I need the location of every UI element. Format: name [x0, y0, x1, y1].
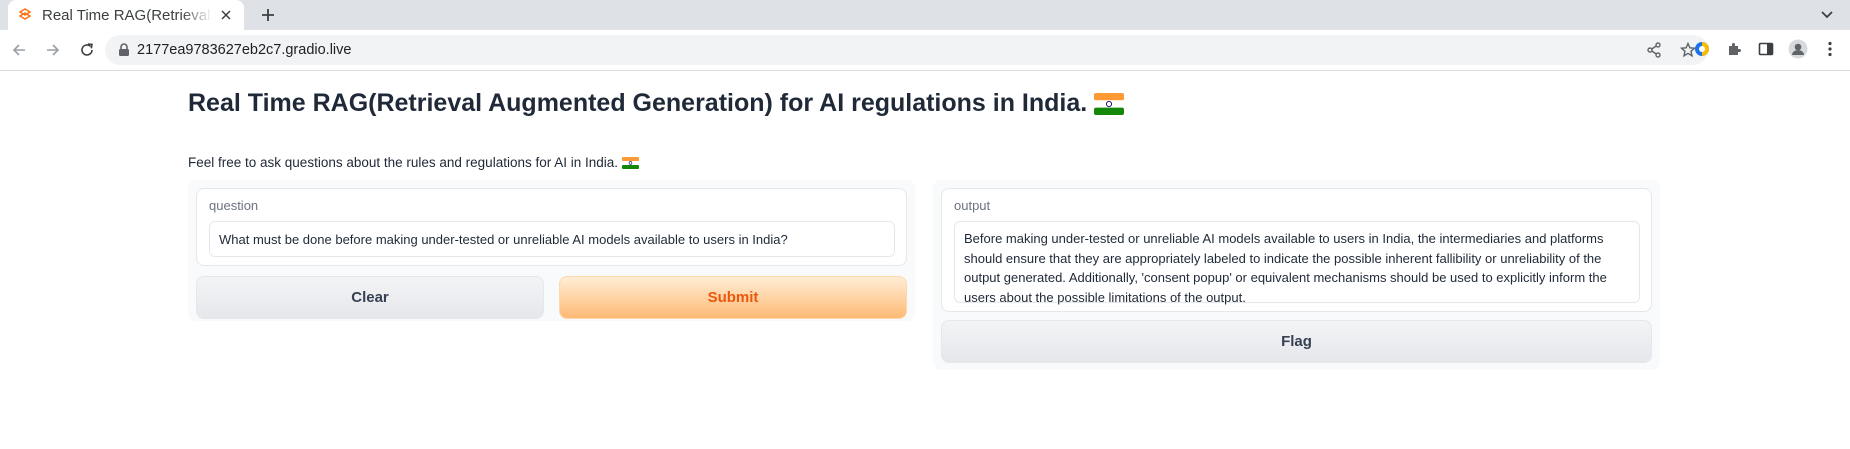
- flag-button[interactable]: Flag: [941, 320, 1652, 363]
- gradio-page: Real Time RAG(Retrieval Augmented Genera…: [0, 71, 1850, 448]
- input-panel: question What must be done before making…: [188, 180, 915, 321]
- reload-icon[interactable]: [72, 35, 102, 65]
- tab-title: Real Time RAG(Retrieval Augmented Genera…: [42, 6, 212, 24]
- lock-icon: [118, 43, 130, 57]
- gradio-favicon-icon: [18, 8, 32, 22]
- page-title-text: Real Time RAG(Retrieval Augmented Genera…: [188, 89, 1088, 117]
- side-panel-icon[interactable]: [1756, 39, 1776, 59]
- question-input[interactable]: What must be done before making under-te…: [209, 221, 895, 257]
- india-flag-small-icon: [621, 156, 639, 171]
- tab-search-chevron-icon[interactable]: [1818, 6, 1836, 24]
- profile-avatar-icon[interactable]: [1788, 39, 1808, 59]
- output-textbox[interactable]: Before making under-tested or unreliable…: [954, 221, 1640, 305]
- extensions-puzzle-icon[interactable]: [1724, 39, 1744, 59]
- page-title: Real Time RAG(Retrieval Augmented Genera…: [188, 89, 1125, 119]
- output-label: output: [954, 198, 991, 213]
- back-arrow-icon[interactable]: [4, 35, 34, 65]
- more-menu-icon[interactable]: [1820, 39, 1840, 59]
- browser-tab[interactable]: Real Time RAG(Retrieval Augmented Genera…: [8, 0, 244, 30]
- browser-toolbar: 2177ea9783627eb2c7.gradio.live: [0, 30, 1850, 71]
- url-text: 2177ea9783627eb2c7.gradio.live: [137, 42, 352, 58]
- page-description: Feel free to ask questions about the rul…: [188, 155, 639, 171]
- submit-button[interactable]: Submit: [559, 276, 907, 319]
- india-flag-icon: [1094, 90, 1125, 119]
- output-panel: output Before making under-tested or unr…: [933, 180, 1660, 370]
- browser-tabstrip: Real Time RAG(Retrieval Augmented Genera…: [0, 0, 1850, 30]
- output-block: output Before making under-tested or unr…: [941, 188, 1652, 312]
- new-tab-icon[interactable]: [258, 5, 278, 25]
- close-tab-icon[interactable]: [218, 7, 234, 23]
- forward-arrow-icon[interactable]: [38, 35, 68, 65]
- page-description-text: Feel free to ask questions about the rul…: [188, 155, 619, 170]
- extension-colorful-icon[interactable]: [1692, 39, 1712, 59]
- share-icon[interactable]: [1644, 40, 1664, 60]
- clear-button[interactable]: Clear: [196, 276, 544, 319]
- address-bar[interactable]: 2177ea9783627eb2c7.gradio.live: [105, 35, 1708, 65]
- question-label: question: [209, 198, 259, 213]
- question-block: question What must be done before making…: [196, 188, 907, 266]
